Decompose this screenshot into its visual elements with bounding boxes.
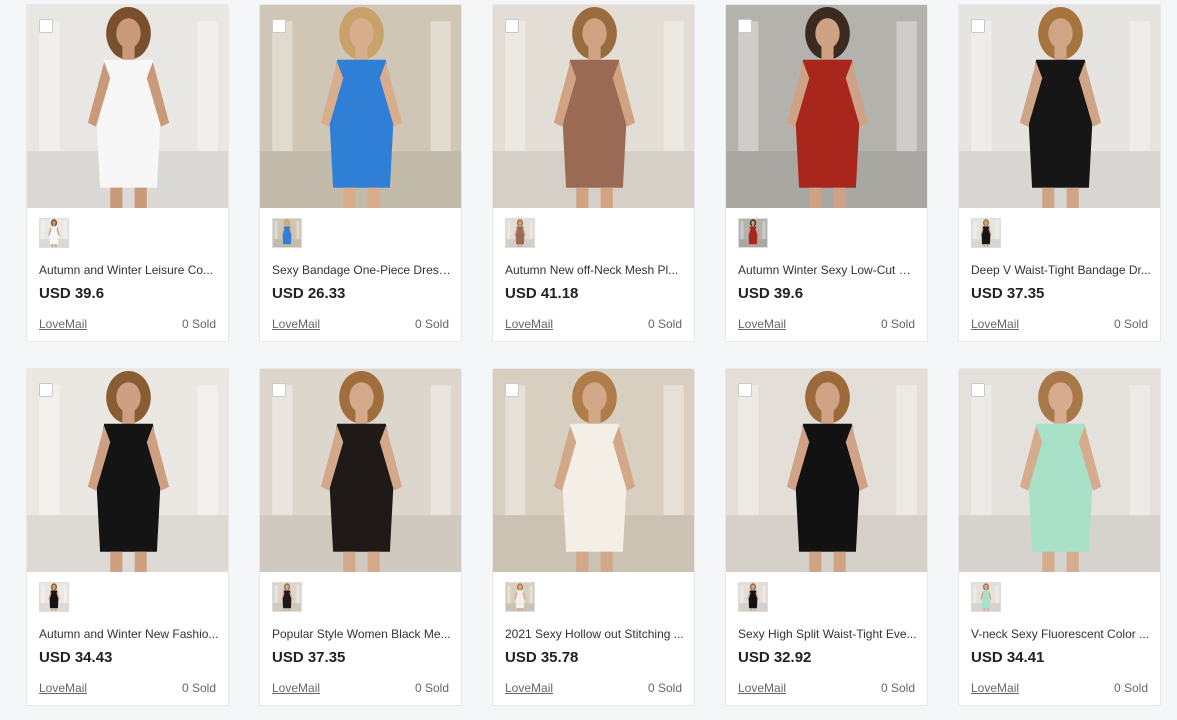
product-image[interactable] [726, 369, 927, 572]
select-checkbox[interactable] [738, 383, 752, 397]
select-checkbox[interactable] [971, 383, 985, 397]
select-checkbox[interactable] [272, 383, 286, 397]
product-thumbnail[interactable] [505, 582, 535, 612]
product-price: USD 41.18 [505, 285, 579, 302]
product-title[interactable]: Autumn New off-Neck Mesh Pl... [505, 263, 685, 277]
product-price: USD 39.6 [39, 285, 105, 302]
product-card[interactable]: Deep V Waist-Tight Bandage Dr... USD 37.… [958, 4, 1161, 342]
product-card[interactable]: V-neck Sexy Fluorescent Color ... USD 34… [958, 368, 1161, 706]
product-price: USD 37.35 [272, 649, 346, 666]
product-thumbnail[interactable] [971, 218, 1001, 248]
shop-link[interactable]: LoveMail [39, 681, 87, 695]
product-title[interactable]: V-neck Sexy Fluorescent Color ... [971, 627, 1151, 641]
sold-count: 0 Sold [647, 681, 682, 695]
product-card[interactable]: Autumn New off-Neck Mesh Pl... USD 41.18… [492, 4, 695, 342]
product-card[interactable]: Autumn and Winter Leisure Co... USD 39.6… [26, 4, 229, 342]
product-title[interactable]: Autumn and Winter New Fashio... [39, 627, 219, 641]
product-thumbnail[interactable] [272, 582, 302, 612]
product-card[interactable]: Sexy Bandage One-Piece Dress ... USD 26.… [259, 4, 462, 342]
shop-link[interactable]: LoveMail [971, 317, 1019, 331]
product-title[interactable]: Sexy Bandage One-Piece Dress ... [272, 263, 452, 277]
product-thumbnail[interactable] [39, 582, 69, 612]
select-checkbox[interactable] [505, 19, 519, 33]
product-price: USD 35.78 [505, 649, 579, 666]
product-image[interactable] [27, 369, 228, 572]
product-price: USD 37.35 [971, 285, 1045, 302]
shop-link[interactable]: LoveMail [738, 681, 786, 695]
sold-count: 0 Sold [181, 317, 216, 331]
product-card[interactable]: 2021 Sexy Hollow out Stitching ... USD 3… [492, 368, 695, 706]
product-image[interactable] [493, 369, 694, 572]
product-price: USD 26.33 [272, 285, 346, 302]
product-card[interactable]: Popular Style Women Black Me... USD 37.3… [259, 368, 462, 706]
sold-count: 0 Sold [1113, 681, 1148, 695]
product-thumbnail[interactable] [272, 218, 302, 248]
shop-link[interactable]: LoveMail [971, 681, 1019, 695]
product-image[interactable] [959, 5, 1160, 208]
shop-link[interactable]: LoveMail [272, 681, 320, 695]
product-image[interactable] [493, 5, 694, 208]
product-title[interactable]: Popular Style Women Black Me... [272, 627, 452, 641]
select-checkbox[interactable] [39, 383, 53, 397]
sold-count: 0 Sold [1113, 317, 1148, 331]
sold-count: 0 Sold [647, 317, 682, 331]
select-checkbox[interactable] [272, 19, 286, 33]
product-card[interactable]: Sexy High Split Waist-Tight Eve... USD 3… [725, 368, 928, 706]
product-price: USD 32.92 [738, 649, 812, 666]
product-title[interactable]: Autumn Winter Sexy Low-Cut Sl... [738, 263, 918, 277]
product-title[interactable]: Sexy High Split Waist-Tight Eve... [738, 627, 918, 641]
product-image[interactable] [27, 5, 228, 208]
sold-count: 0 Sold [880, 681, 915, 695]
select-checkbox[interactable] [505, 383, 519, 397]
product-title[interactable]: Autumn and Winter Leisure Co... [39, 263, 219, 277]
product-image[interactable] [959, 369, 1160, 572]
product-title[interactable]: 2021 Sexy Hollow out Stitching ... [505, 627, 685, 641]
product-title[interactable]: Deep V Waist-Tight Bandage Dr... [971, 263, 1151, 277]
sold-count: 0 Sold [414, 317, 449, 331]
select-checkbox[interactable] [738, 19, 752, 33]
product-thumbnail[interactable] [738, 218, 768, 248]
product-price: USD 34.43 [39, 649, 113, 666]
shop-link[interactable]: LoveMail [505, 681, 553, 695]
product-image[interactable] [260, 369, 461, 572]
product-thumbnail[interactable] [505, 218, 535, 248]
shop-link[interactable]: LoveMail [272, 317, 320, 331]
product-price: USD 34.41 [971, 649, 1045, 666]
shop-link[interactable]: LoveMail [39, 317, 87, 331]
shop-link[interactable]: LoveMail [738, 317, 786, 331]
sold-count: 0 Sold [414, 681, 449, 695]
sold-count: 0 Sold [181, 681, 216, 695]
product-thumbnail[interactable] [738, 582, 768, 612]
product-grid: Autumn and Winter Leisure Co... USD 39.6… [0, 0, 1177, 720]
shop-link[interactable]: LoveMail [505, 317, 553, 331]
sold-count: 0 Sold [880, 317, 915, 331]
product-image[interactable] [260, 5, 461, 208]
product-price: USD 39.6 [738, 285, 804, 302]
product-image[interactable] [726, 5, 927, 208]
product-card[interactable]: Autumn Winter Sexy Low-Cut Sl... USD 39.… [725, 4, 928, 342]
select-checkbox[interactable] [39, 19, 53, 33]
select-checkbox[interactable] [971, 19, 985, 33]
product-thumbnail[interactable] [971, 582, 1001, 612]
product-thumbnail[interactable] [39, 218, 69, 248]
product-card[interactable]: Autumn and Winter New Fashio... USD 34.4… [26, 368, 229, 706]
